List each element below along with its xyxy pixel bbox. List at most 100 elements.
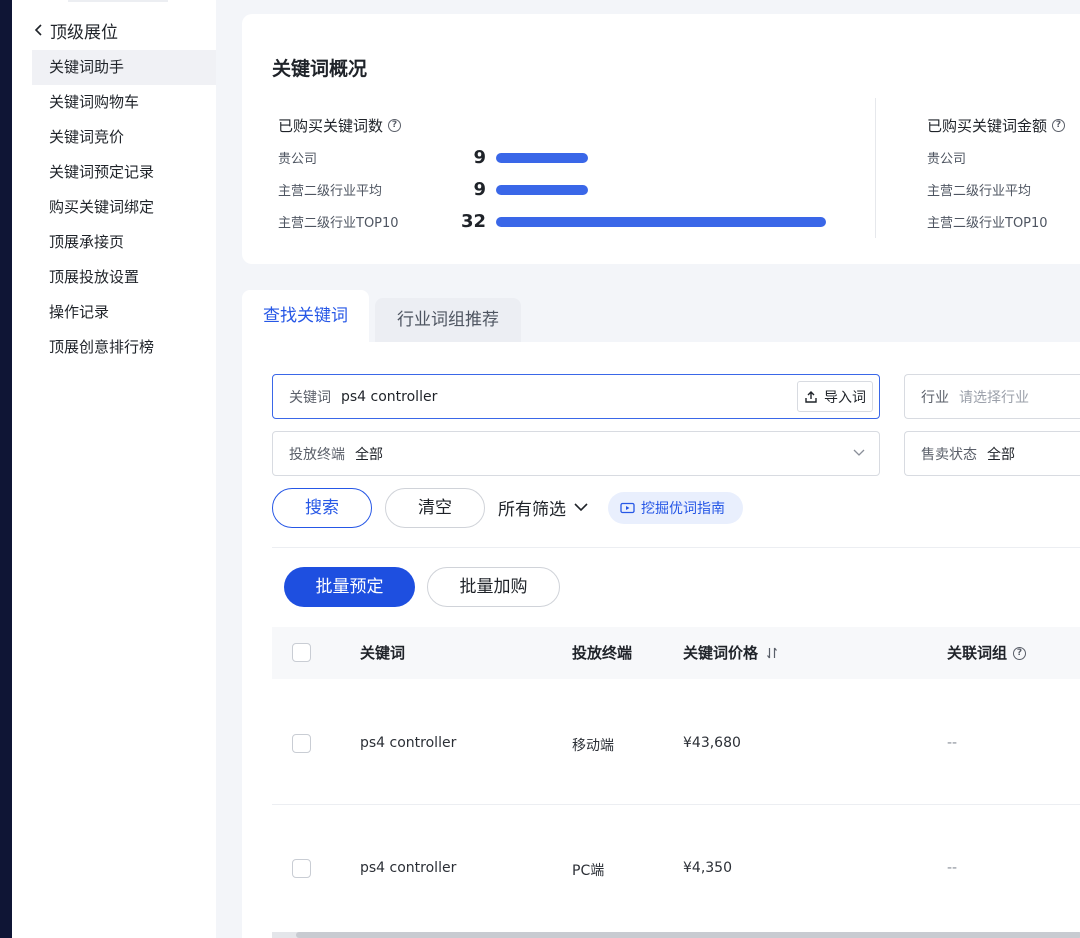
main-content: 关键词概况 已购买关键词数 ? 贵公司 9 主营二级行业平均 9 主营二级行业T…: [216, 0, 1080, 938]
sidebar-item-keyword-bidding[interactable]: 关键词竞价: [32, 120, 216, 155]
sidebar-item-delivery-settings[interactable]: 顶展投放设置: [32, 260, 216, 295]
amount-row-label: 贵公司: [927, 152, 967, 167]
import-words-label: 导入词: [824, 389, 866, 406]
all-filters-toggle[interactable]: 所有筛选: [498, 496, 588, 520]
clear-button[interactable]: 清空: [385, 488, 485, 528]
chevron-left-icon: [34, 24, 42, 36]
terminal-select-value: 全部: [355, 446, 383, 463]
tab-industry-groups[interactable]: 行业词组推荐: [375, 298, 521, 343]
chevron-down-icon: [574, 502, 588, 511]
sale-status-select-label: 售卖状态: [921, 446, 977, 463]
search-button-label: 搜索: [305, 498, 339, 518]
column-header-group: 关联词组 ?: [947, 627, 1027, 679]
sidebar-item-label: 关键词预定记录: [49, 163, 155, 181]
sidebar-item-label: 顶展创意排行榜: [49, 338, 155, 356]
batch-add-cart-label: 批量加购: [459, 577, 528, 597]
count-row-value: 32: [460, 211, 486, 232]
help-icon[interactable]: ?: [388, 119, 402, 132]
sidebar-item-label: 购买关键词绑定: [49, 198, 155, 216]
help-icon[interactable]: ?: [1052, 119, 1066, 132]
chevron-down-icon: [853, 449, 865, 456]
batch-reserve-button[interactable]: 批量预定: [284, 567, 415, 607]
batch-reserve-label: 批量预定: [315, 577, 384, 597]
sidebar-item-operation-log[interactable]: 操作记录: [32, 295, 216, 330]
industry-select[interactable]: 行业 请选择行业: [904, 374, 1080, 419]
sale-status-select[interactable]: 售卖状态 全部: [904, 431, 1080, 476]
search-button[interactable]: 搜索: [272, 488, 372, 528]
purchased-amount-label: 已购买关键词金额 ?: [927, 115, 1066, 136]
keyword-input[interactable]: 关键词 ps4 controller 导入词: [272, 374, 880, 419]
overview-divider: [875, 98, 876, 238]
cell-price: ¥4,350: [683, 860, 732, 876]
sidebar-item-creative-ranking[interactable]: 顶展创意排行榜: [32, 330, 216, 365]
sidebar-item-label: 关键词购物车: [49, 93, 140, 111]
help-icon[interactable]: ?: [1013, 646, 1027, 660]
keyword-guide-link[interactable]: 挖掘优词指南: [608, 492, 743, 524]
row-checkbox[interactable]: [292, 734, 311, 753]
keyword-guide-label: 挖掘优词指南: [641, 501, 725, 517]
back-link[interactable]: 顶级展位: [34, 18, 118, 43]
column-header-label: 投放终端: [572, 644, 633, 662]
row-divider: [272, 804, 1080, 805]
count-bar-industry-avg: [496, 185, 588, 195]
sidebar: 顶级展位 关键词助手 关键词购物车 关键词竞价 关键词预定记录 购买关键词绑定 …: [12, 0, 216, 938]
video-icon: [620, 502, 635, 514]
purchased-amount-label-text: 已购买关键词金额: [927, 117, 1048, 135]
clear-button-label: 清空: [418, 498, 452, 518]
cell-keyword: ps4 controller: [360, 735, 457, 751]
amount-row-label: 主营二级行业TOP10: [927, 216, 1048, 231]
cell-terminal: PC端: [572, 863, 605, 879]
column-header-label: 关联词组: [947, 644, 1008, 662]
sidebar-item-reservation-records[interactable]: 关键词预定记录: [32, 155, 216, 190]
upload-icon: [805, 390, 817, 403]
keyword-overview-card: 关键词概况 已购买关键词数 ? 贵公司 9 主营二级行业平均 9 主营二级行业T…: [242, 14, 1080, 264]
column-header-price[interactable]: 关键词价格: [683, 627, 778, 679]
all-filters-label: 所有筛选: [498, 499, 566, 520]
cell-terminal: 移动端: [572, 738, 614, 754]
count-row-value: 9: [473, 147, 486, 168]
sidebar-item-keyword-binding[interactable]: 购买关键词绑定: [32, 190, 216, 225]
count-bar-industry-top10: [496, 217, 826, 227]
window-left-edge: [0, 0, 12, 938]
column-header-label: 关键词价格: [683, 644, 759, 662]
terminal-select-label: 投放终端: [289, 446, 345, 463]
tab-label: 行业词组推荐: [397, 310, 499, 330]
sidebar-item-landing-page[interactable]: 顶展承接页: [32, 225, 216, 260]
tab-find-keywords[interactable]: 查找关键词: [242, 290, 369, 343]
sort-icon[interactable]: [766, 647, 778, 659]
row-checkbox[interactable]: [292, 859, 311, 878]
cell-keyword: ps4 controller: [360, 860, 457, 876]
import-words-button[interactable]: 导入词: [797, 381, 873, 412]
table-header: 关键词 投放终端 关键词价格 关联词组 ?: [272, 627, 1080, 679]
sidebar-item-label: 关键词助手: [49, 58, 125, 76]
amount-row-label: 主营二级行业平均: [927, 184, 1032, 199]
sidebar-item-label: 操作记录: [49, 303, 110, 321]
section-divider: [272, 547, 1080, 548]
count-row-label: 主营二级行业TOP10: [278, 216, 399, 231]
industry-select-label: 行业: [921, 389, 949, 406]
keyword-input-value[interactable]: ps4 controller: [341, 389, 437, 405]
select-all-checkbox[interactable]: [292, 643, 311, 662]
column-header-label: 关键词: [360, 644, 406, 662]
sidebar-item-label: 关键词竞价: [49, 128, 125, 146]
horizontal-scrollbar-thumb[interactable]: [296, 932, 1080, 938]
cell-group: --: [947, 860, 958, 876]
cell-group: --: [947, 735, 958, 751]
batch-add-cart-button[interactable]: 批量加购: [427, 567, 560, 607]
back-link-label: 顶级展位: [50, 22, 118, 43]
sidebar-item-keyword-assistant[interactable]: 关键词助手: [32, 50, 216, 85]
column-header-keyword: 关键词: [360, 627, 405, 679]
cell-price: ¥43,680: [683, 735, 741, 751]
sidebar-top-divider: [68, 0, 168, 2]
count-bar-company: [496, 153, 588, 163]
purchased-count-label-text: 已购买关键词数: [278, 117, 384, 135]
sidebar-item-keyword-cart[interactable]: 关键词购物车: [32, 85, 216, 120]
terminal-select[interactable]: 投放终端 全部: [272, 431, 880, 476]
overview-title: 关键词概况: [272, 58, 368, 80]
count-row-value: 9: [473, 179, 486, 200]
tab-label: 查找关键词: [263, 306, 348, 326]
count-row-label: 贵公司: [278, 152, 318, 167]
column-header-terminal: 投放终端: [572, 627, 632, 679]
sidebar-item-label: 顶展承接页: [49, 233, 125, 251]
count-row-label: 主营二级行业平均: [278, 184, 383, 199]
